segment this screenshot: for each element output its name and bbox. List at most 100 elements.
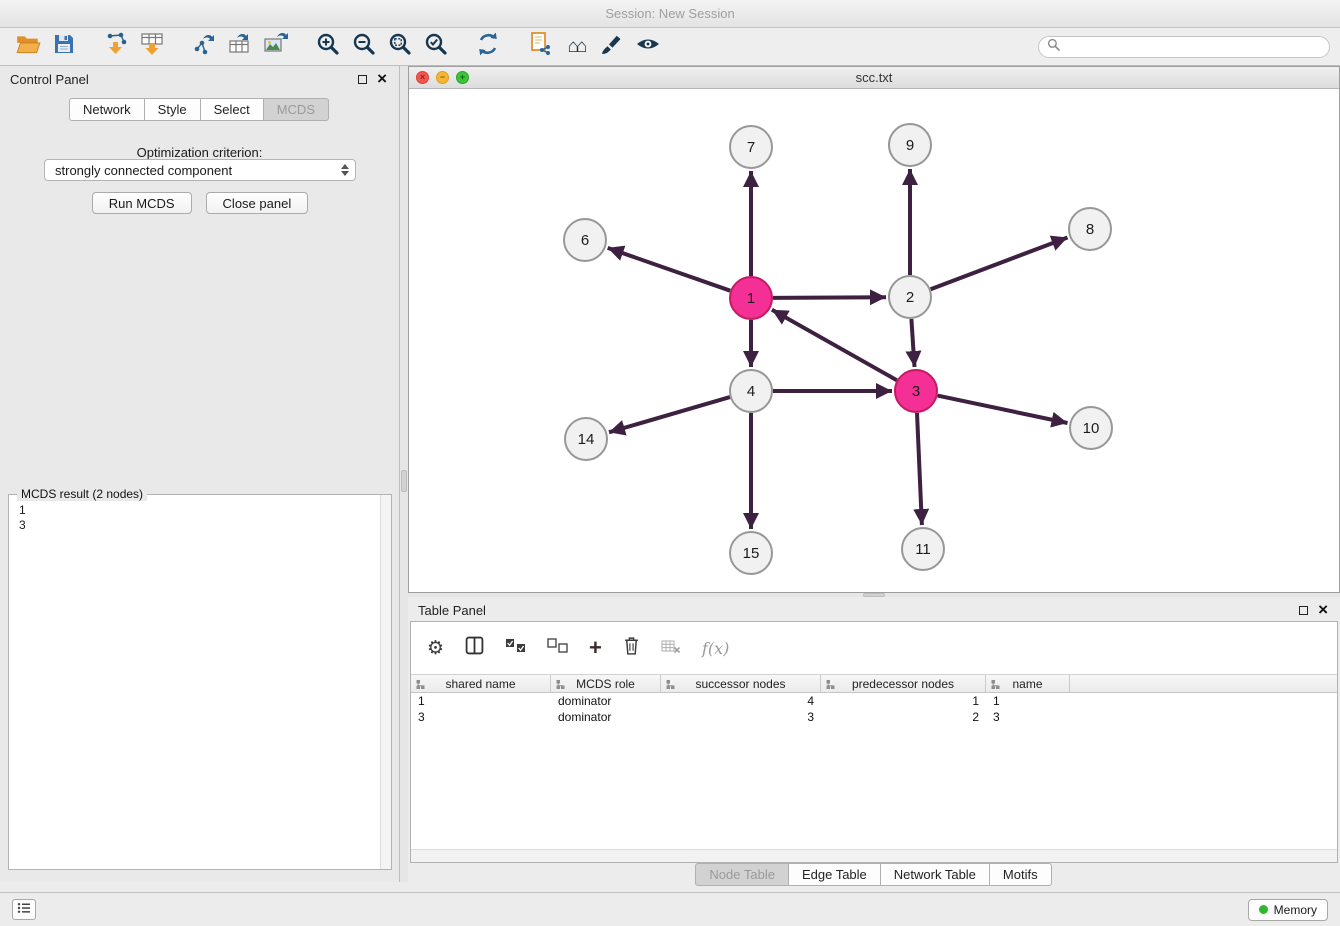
edge-2-3[interactable]	[911, 319, 914, 367]
export-table-button[interactable]	[222, 31, 258, 63]
float-panel-icon[interactable]	[358, 75, 367, 84]
import-table-button[interactable]	[134, 31, 170, 63]
table-cell: 1	[411, 694, 551, 708]
network-window: × − + scc.txt 7 9 6 8 1 2 4 3 14 10 15 11	[408, 66, 1340, 593]
trash-icon	[623, 636, 640, 660]
table-cell: dominator	[551, 710, 661, 724]
export-image-button[interactable]	[258, 31, 294, 63]
sort-icon	[990, 679, 1001, 690]
sort-icon	[555, 679, 566, 690]
import-network-button[interactable]	[98, 31, 134, 63]
delete-table-button[interactable]	[661, 638, 681, 659]
edge-2-8[interactable]	[931, 238, 1068, 290]
add-column-button[interactable]: +	[589, 637, 602, 659]
tab-network-table[interactable]: Network Table	[880, 863, 990, 886]
style-brush-button[interactable]	[594, 31, 630, 63]
edge-1-2[interactable]	[773, 297, 886, 298]
delete-column-button[interactable]	[623, 636, 640, 660]
zoom-in-icon	[315, 31, 341, 62]
memory-label: Memory	[1274, 903, 1317, 917]
node-11[interactable]: 11	[902, 528, 944, 570]
open-session-button[interactable]	[10, 31, 46, 63]
node-7[interactable]: 7	[730, 126, 772, 168]
checked-boxes-icon	[505, 638, 526, 658]
task-history-button[interactable]	[12, 899, 36, 920]
table-row[interactable]: 3dominator323	[411, 709, 1337, 725]
zoom-out-button[interactable]	[346, 31, 382, 63]
tab-node-table[interactable]: Node Table	[695, 863, 789, 886]
zoom-selected-icon	[423, 31, 449, 62]
control-panel: Control Panel × NetworkStyleSelectMCDS O…	[0, 66, 400, 882]
export-table-icon	[227, 31, 253, 62]
show-columns-button[interactable]	[465, 636, 484, 660]
node-2[interactable]: 2	[889, 276, 931, 318]
table-row[interactable]: 1dominator411	[411, 693, 1337, 709]
deselect-all-button[interactable]	[547, 638, 568, 658]
close-window-button[interactable]: ×	[416, 71, 429, 84]
select-all-button[interactable]	[505, 638, 526, 658]
save-session-button[interactable]	[46, 31, 82, 63]
tab-mcds[interactable]: MCDS	[263, 98, 329, 121]
node-8[interactable]: 8	[1069, 208, 1111, 250]
splitter-handle[interactable]	[401, 470, 407, 492]
run-mcds-button[interactable]: Run MCDS	[92, 192, 192, 214]
edge-4-14[interactable]	[609, 397, 730, 432]
node-3[interactable]: 3	[895, 370, 937, 412]
svg-text:1: 1	[747, 290, 755, 307]
optimization-criterion-dropdown[interactable]: strongly connected component	[44, 159, 356, 181]
node-1[interactable]: 1	[730, 277, 772, 319]
memory-button[interactable]: Memory	[1248, 899, 1328, 921]
first-neighbors-button[interactable]: ⌂⌂	[558, 31, 594, 63]
column-header-label: successor nodes	[695, 677, 785, 691]
edge-3-10[interactable]	[938, 396, 1068, 423]
column-header-shared-name[interactable]: shared name	[411, 675, 551, 692]
edge-1-6[interactable]	[608, 248, 731, 291]
show-hide-button[interactable]	[630, 31, 666, 63]
refresh-layout-button[interactable]	[470, 31, 506, 63]
node-14[interactable]: 14	[565, 418, 607, 460]
tab-motifs[interactable]: Motifs	[989, 863, 1052, 886]
tab-network[interactable]: Network	[69, 98, 145, 121]
column-header-name[interactable]: name	[986, 675, 1070, 692]
close-panel-icon[interactable]: ×	[1318, 604, 1328, 616]
zoom-in-button[interactable]	[310, 31, 346, 63]
export-network-button[interactable]	[186, 31, 222, 63]
tab-style[interactable]: Style	[144, 98, 201, 121]
node-10[interactable]: 10	[1070, 407, 1112, 449]
grid-delete-icon	[661, 638, 681, 659]
node-6[interactable]: 6	[564, 219, 606, 261]
function-builder-icon[interactable]: f(x)	[702, 639, 729, 658]
zoom-selected-button[interactable]	[418, 31, 454, 63]
edge-3-11[interactable]	[917, 413, 922, 525]
table-horizontal-scrollbar[interactable]	[411, 849, 1337, 862]
clone-network-button[interactable]	[522, 31, 558, 63]
vertical-splitter[interactable]	[400, 66, 408, 882]
result-scrollbar[interactable]	[380, 495, 391, 869]
gear-icon[interactable]: ⚙	[427, 637, 444, 660]
maximize-window-button[interactable]: +	[456, 71, 469, 84]
tab-edge-table[interactable]: Edge Table	[788, 863, 881, 886]
column-header-label: name	[1012, 677, 1042, 691]
float-panel-icon[interactable]	[1299, 606, 1308, 615]
export-network-icon	[191, 31, 217, 62]
svg-text:11: 11	[915, 541, 931, 558]
edge-3-1[interactable]	[772, 310, 897, 380]
close-panel-icon[interactable]: ×	[377, 73, 387, 85]
search-input[interactable]	[1065, 38, 1329, 56]
column-header-predecessor-nodes[interactable]: predecessor nodes	[821, 675, 986, 692]
floppy-icon	[52, 32, 76, 61]
zoom-fit-button[interactable]	[382, 31, 418, 63]
node-9[interactable]: 9	[889, 124, 931, 166]
window-title: Session: New Session	[605, 6, 734, 21]
network-window-titlebar: × − + scc.txt	[409, 67, 1339, 89]
tab-select[interactable]: Select	[200, 98, 264, 121]
column-header-mcds-role[interactable]: MCDS role	[551, 675, 661, 692]
network-canvas[interactable]: 7 9 6 8 1 2 4 3 14 10 15 11	[409, 89, 1339, 592]
table-cell: 2	[821, 710, 986, 724]
node-4[interactable]: 4	[730, 370, 772, 412]
column-header-successor-nodes[interactable]: successor nodes	[661, 675, 821, 692]
table-body: 1dominator4113dominator323	[411, 693, 1337, 725]
close-panel-button[interactable]: Close panel	[206, 192, 309, 214]
minimize-window-button[interactable]: −	[436, 71, 449, 84]
node-15[interactable]: 15	[730, 532, 772, 574]
